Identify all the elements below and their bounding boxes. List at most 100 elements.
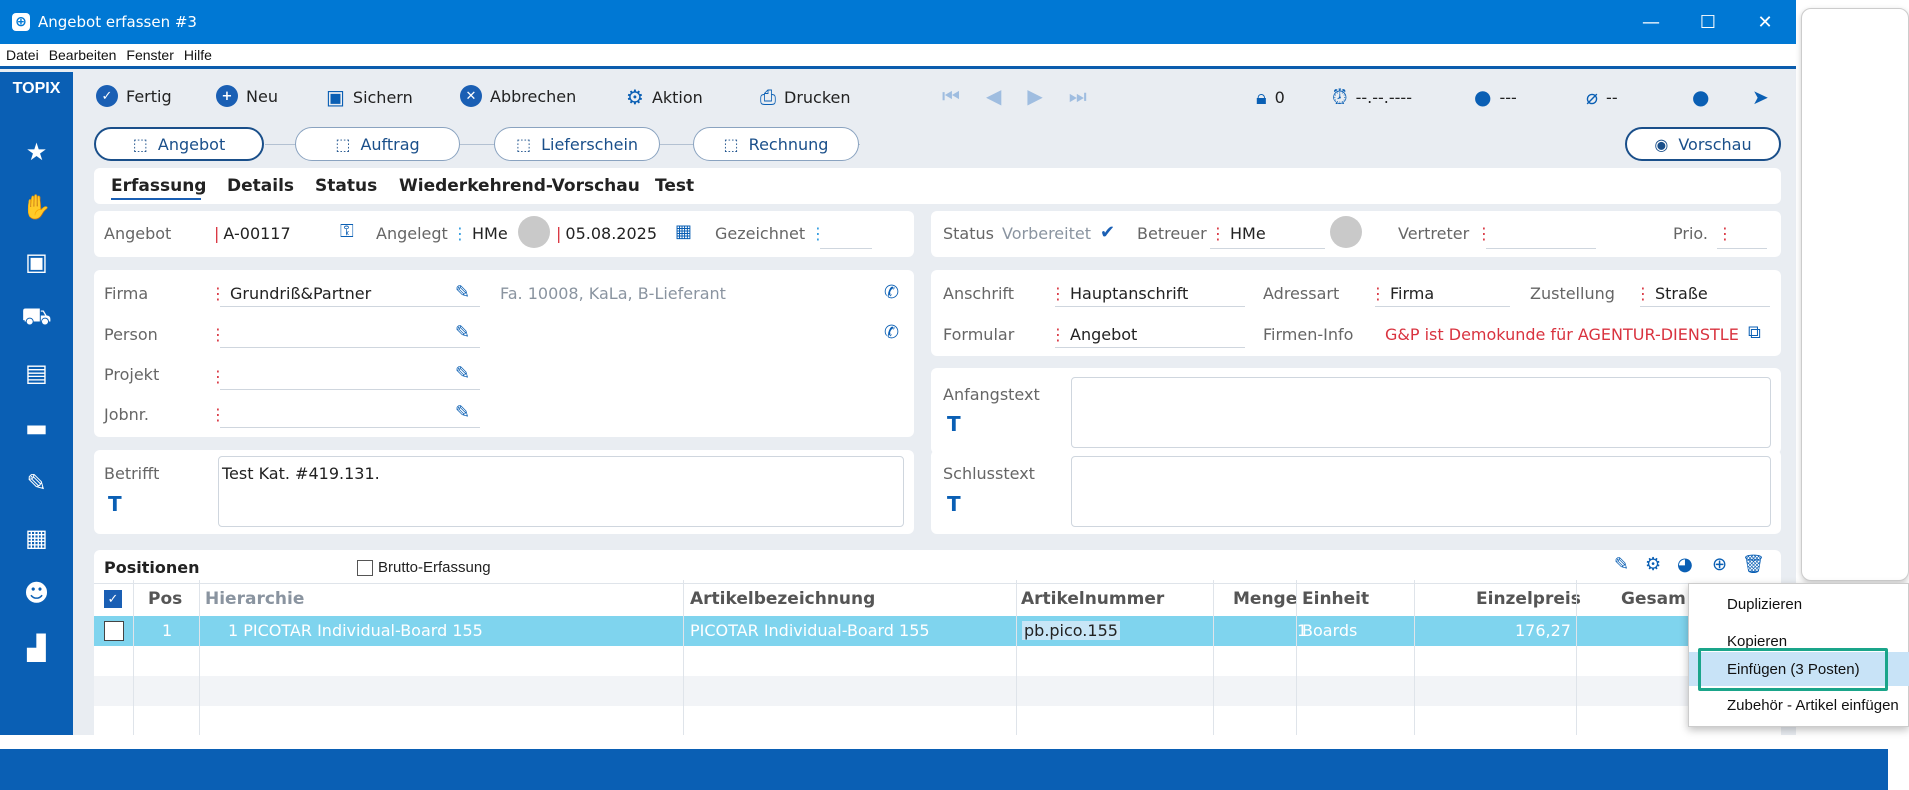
menu-item-duplizieren[interactable]: Duplizieren: [1689, 587, 1909, 621]
text-format-icon[interactable]: T: [947, 492, 961, 516]
person-field[interactable]: ⋮: [210, 325, 226, 344]
gear-icon[interactable]: ⚙: [1645, 554, 1661, 575]
formular-field[interactable]: ⋮ Angebot: [1050, 325, 1137, 344]
cart-icon[interactable]: ⛟: [0, 297, 73, 337]
chart-icon[interactable]: ▟: [0, 628, 73, 668]
vertreter-field[interactable]: ⋮: [1476, 224, 1492, 243]
workflow-angebot[interactable]: ⬚ Angebot: [94, 127, 264, 161]
paperclip-icon: ⌀: [1586, 85, 1599, 109]
anfangstext-input[interactable]: [1071, 377, 1771, 448]
reminder-indicator[interactable]: ⏰︎ --.--.----: [1332, 85, 1412, 109]
ledger-icon[interactable]: ▣: [0, 242, 73, 282]
tab-test[interactable]: Test: [655, 176, 694, 196]
zustellung-field[interactable]: ⋮ Straße: [1635, 284, 1708, 303]
schlusstext-label: Schlusstext: [943, 464, 1035, 483]
edit-pencil-icon[interactable]: ✎: [455, 363, 470, 384]
row-checkbox[interactable]: [104, 621, 124, 641]
text-format-icon[interactable]: T: [108, 492, 122, 516]
anschrift-field[interactable]: ⋮ Hauptanschrift: [1050, 284, 1188, 303]
edit-pencil-icon[interactable]: ✎: [455, 402, 470, 423]
team-icon[interactable]: ☻: [0, 573, 73, 613]
column-menge[interactable]: Menge: [1233, 589, 1297, 609]
vertreter-label: Vertreter: [1398, 224, 1470, 243]
menu-hilfe[interactable]: Hilfe: [184, 47, 212, 63]
plus-circle-icon[interactable]: ⊕: [1712, 554, 1727, 575]
menu-item-kopieren[interactable]: Kopieren: [1689, 622, 1909, 650]
phone-icon[interactable]: ✆: [884, 282, 899, 303]
sichern-button[interactable]: ▣ Sichern: [326, 85, 413, 109]
previous-record-icon[interactable]: ◀: [986, 84, 1001, 108]
phone-icon[interactable]: ✆: [884, 322, 899, 343]
projekt-field[interactable]: ⋮: [210, 367, 226, 386]
jobnr-field[interactable]: ⋮: [210, 405, 226, 424]
workflow-auftrag[interactable]: ⬚ Auftrag: [295, 127, 460, 161]
fertig-button[interactable]: ✓ Fertig: [96, 85, 172, 107]
last-record-icon[interactable]: ⏭: [1069, 84, 1087, 108]
close-button[interactable]: ✕: [1737, 0, 1793, 44]
open-external-icon[interactable]: ⧉: [1748, 322, 1761, 343]
attachment-indicator[interactable]: ⌀ --: [1586, 85, 1618, 109]
person-search-icon[interactable]: ●: [1692, 85, 1709, 109]
vertreter-underline: [1486, 248, 1596, 249]
cell-artikelnummer[interactable]: pb.pico.155: [1022, 621, 1120, 640]
abbrechen-button[interactable]: ✕ Abbrechen: [460, 85, 576, 107]
angelegt-date[interactable]: | 05.08.2025: [556, 224, 657, 243]
star-icon[interactable]: ★: [0, 132, 73, 172]
aktion-button[interactable]: ⚙ Aktion: [626, 85, 703, 109]
schlusstext-input[interactable]: [1071, 456, 1771, 527]
menu-item-zubehoer-einfuegen[interactable]: Zubehör - Artikel einfügen: [1689, 688, 1909, 722]
menu-datei[interactable]: Datei: [6, 47, 39, 63]
tab-wiederkehrend-vorschau[interactable]: Wiederkehrend-Vorschau: [399, 176, 640, 196]
user-indicator[interactable]: ● ---: [1474, 85, 1517, 109]
apps-icon[interactable]: ▦: [0, 518, 73, 558]
first-record-icon[interactable]: ⏮: [942, 84, 960, 108]
vorschau-button[interactable]: ◉ Vorschau: [1625, 127, 1781, 161]
neu-button[interactable]: + Neu: [216, 85, 278, 107]
column-gesamt[interactable]: Gesam: [1621, 589, 1686, 609]
angebot-number[interactable]: | A-00117: [214, 224, 291, 243]
edit-pencil-icon[interactable]: ✎: [455, 282, 470, 303]
table-row[interactable]: 1 1 PICOTAR Individual-Board 155 PICOTAR…: [94, 616, 1768, 646]
minimize-button[interactable]: —: [1623, 0, 1679, 44]
adressart-field[interactable]: ⋮ Firma: [1370, 284, 1434, 303]
next-record-icon[interactable]: ▶: [1027, 84, 1042, 108]
drucken-button[interactable]: ⎙ Drucken: [760, 85, 851, 109]
edit-pencil-icon[interactable]: ✎: [1614, 554, 1629, 575]
text-format-icon[interactable]: T: [947, 412, 961, 436]
column-hierarchie[interactable]: Hierarchie: [205, 589, 304, 609]
column-pos[interactable]: Pos: [148, 589, 182, 609]
firma-field[interactable]: ⋮ Grundriß&Partner: [210, 284, 371, 303]
mascot-icon[interactable]: ➤: [1752, 85, 1769, 109]
column-einheit[interactable]: Einheit: [1302, 589, 1369, 609]
add-circle-icon[interactable]: ◕: [1677, 554, 1693, 575]
lock-indicator[interactable]: 🔒︎ 0: [1256, 85, 1285, 109]
workflow-label: Rechnung: [748, 134, 829, 154]
lock-icon[interactable]: ⚿: [340, 221, 354, 242]
menu-bearbeiten[interactable]: Bearbeiten: [49, 47, 117, 63]
edit-pencil-icon[interactable]: ✎: [455, 322, 470, 343]
select-all-checkbox[interactable]: ✓: [104, 590, 122, 608]
tab-erfassung[interactable]: Erfassung: [111, 176, 206, 196]
column-einzelpreis[interactable]: Einzelpreis: [1476, 589, 1581, 609]
column-artikelnummer[interactable]: Artikelnummer: [1021, 589, 1164, 609]
brutto-checkbox[interactable]: [357, 560, 373, 576]
anschrift-underline: [1055, 306, 1245, 307]
workflow-rechnung[interactable]: ⬚ Rechnung: [693, 127, 859, 161]
cell-einheit: Boards: [1302, 621, 1358, 640]
tab-details[interactable]: Details: [227, 176, 294, 196]
inbox-icon[interactable]: ▤: [0, 353, 73, 393]
table-divider: [94, 583, 1768, 584]
prio-field[interactable]: ⋮: [1717, 224, 1733, 243]
archive-icon[interactable]: ▬: [0, 408, 73, 448]
column-artikelbezeichnung[interactable]: Artikelbezeichnung: [690, 589, 875, 609]
handshake-icon[interactable]: ✋: [0, 187, 73, 227]
calendar-icon[interactable]: ▦: [675, 221, 692, 242]
tab-status[interactable]: Status: [315, 176, 377, 196]
trash-icon[interactable]: 🗑︎: [1742, 554, 1765, 575]
betreuer-field[interactable]: ⋮ HMe: [1210, 224, 1266, 243]
maximize-button[interactable]: ☐: [1680, 0, 1736, 44]
gezeichnet-field[interactable]: ⋮: [810, 224, 826, 243]
workflow-lieferschein[interactable]: ⬚ Lieferschein: [494, 127, 660, 161]
menu-fenster[interactable]: Fenster: [126, 47, 173, 63]
wrench-icon[interactable]: ✎: [0, 463, 73, 503]
